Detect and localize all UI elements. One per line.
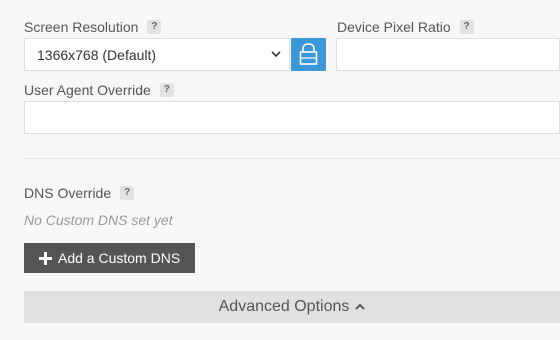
user-agent-help-icon[interactable]: ? — [159, 83, 174, 97]
lock-icon — [299, 43, 318, 65]
dns-override-help-icon[interactable]: ? — [120, 186, 135, 200]
screen-resolution-label-text: Screen Resolution — [24, 19, 139, 35]
section-divider — [24, 158, 560, 159]
plus-icon — [39, 251, 52, 265]
dns-empty-text: No Custom DNS set yet — [24, 212, 173, 228]
device-pixel-ratio-label-text: Device Pixel Ratio — [337, 19, 451, 35]
screen-resolution-select[interactable]: 1366x768 (Default) — [24, 38, 290, 71]
lock-resolution-button[interactable] — [291, 38, 326, 71]
advanced-options-toggle[interactable]: Advanced Options — [24, 291, 560, 323]
device-pixel-ratio-help-icon[interactable]: ? — [459, 20, 474, 34]
add-custom-dns-label: Add a Custom DNS — [58, 250, 181, 266]
chevron-up-icon — [355, 303, 366, 310]
user-agent-label-text: User Agent Override — [24, 82, 151, 98]
device-pixel-ratio-input[interactable] — [336, 38, 560, 71]
screen-resolution-help-icon[interactable]: ? — [147, 20, 162, 34]
device-pixel-ratio-label: Device Pixel Ratio ? — [337, 19, 474, 35]
screen-resolution-label: Screen Resolution ? — [24, 19, 162, 35]
dns-override-label-text: DNS Override — [24, 185, 112, 201]
add-custom-dns-button[interactable]: Add a Custom DNS — [24, 243, 195, 273]
dns-override-label: DNS Override ? — [24, 185, 135, 201]
advanced-options-label: Advanced Options — [218, 298, 350, 315]
user-agent-input[interactable] — [24, 101, 560, 134]
chevron-down-icon — [271, 51, 281, 58]
user-agent-label: User Agent Override ? — [24, 82, 174, 98]
screen-resolution-selected-value: 1366x768 (Default) — [37, 47, 157, 63]
